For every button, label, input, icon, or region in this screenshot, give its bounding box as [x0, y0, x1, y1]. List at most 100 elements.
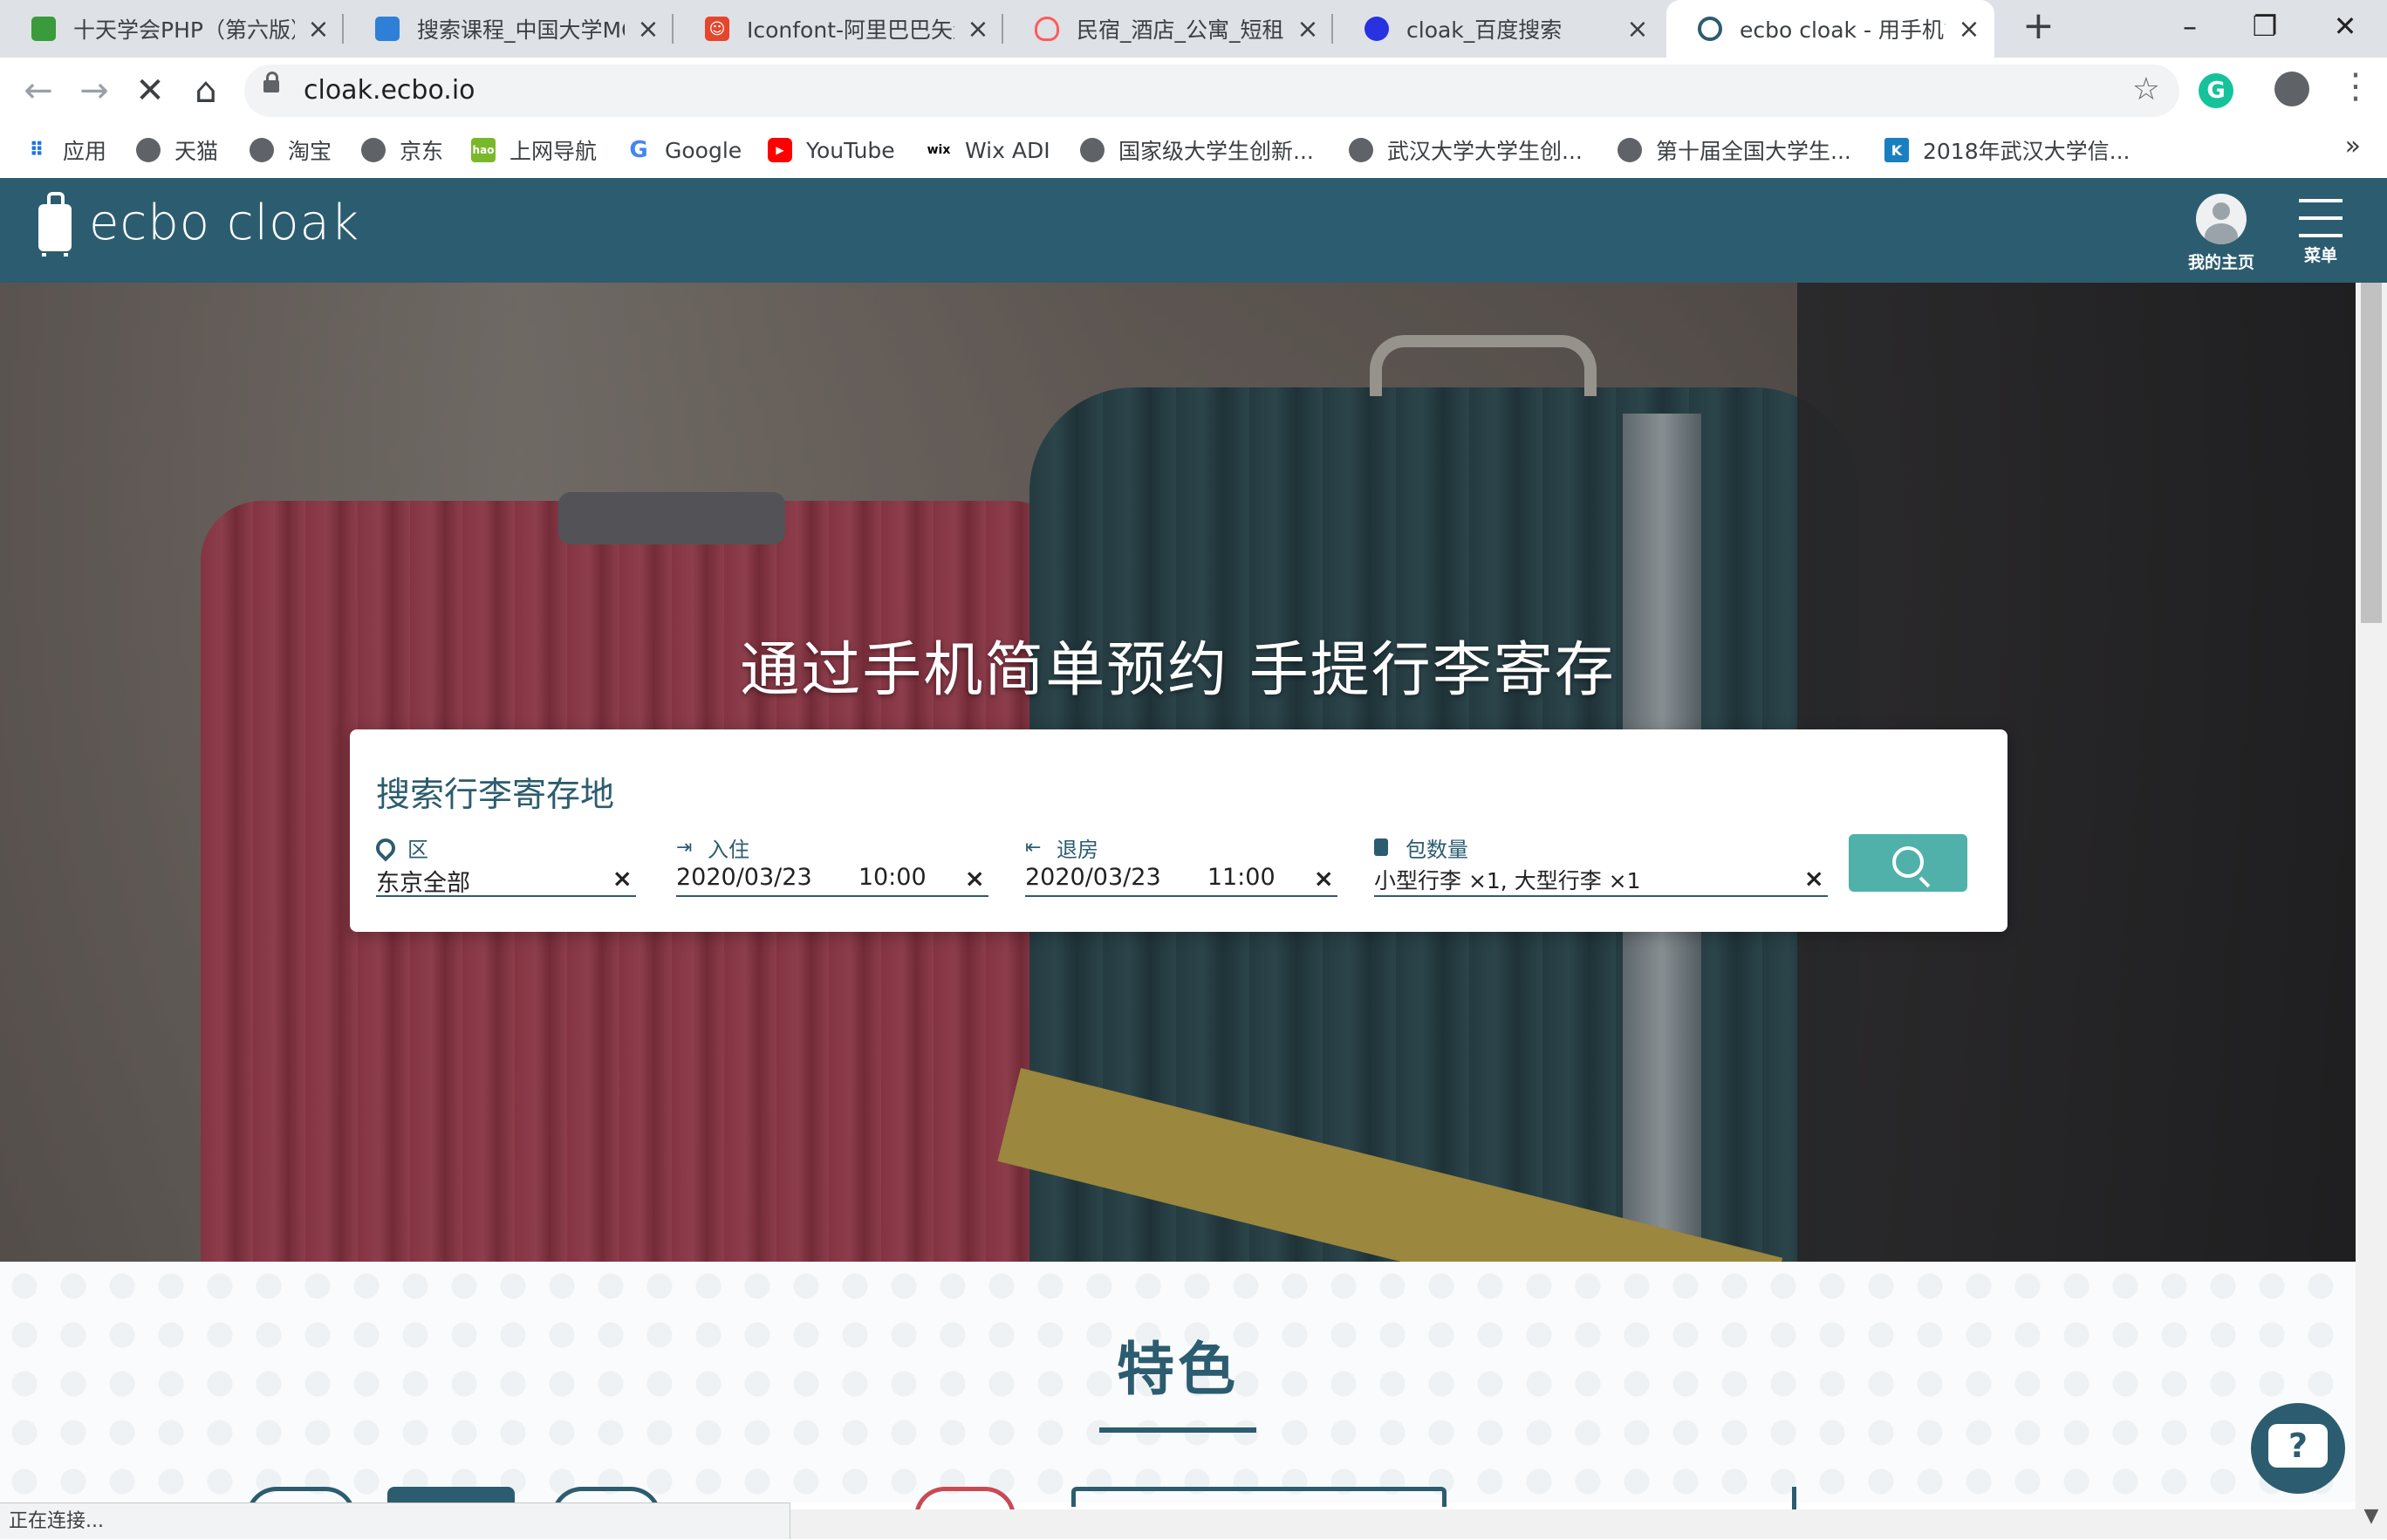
airbnb-icon	[1035, 17, 1059, 41]
close-window-icon[interactable]: ✕	[2310, 0, 2380, 52]
globe-icon	[136, 138, 161, 162]
tab-baidu[interactable]: cloak_百度搜索 ×	[1333, 0, 1663, 58]
lock-icon[interactable]	[263, 72, 279, 92]
globe-icon	[1349, 138, 1373, 162]
checkin-time[interactable]: 10:00	[858, 864, 927, 891]
search-button[interactable]	[1849, 834, 1967, 892]
status-bar: 正在连接...	[0, 1502, 790, 1539]
new-tab-button[interactable]: +	[2022, 3, 2055, 48]
features-section: 特色	[0, 1262, 2356, 1517]
scrollbar-thumb[interactable]	[2361, 283, 2382, 623]
bags-value[interactable]: 小型行李 ×1, 大型行李 ×1	[1374, 864, 1641, 895]
globe-icon	[250, 138, 274, 162]
browser-toolbar: ← → ✕ ⌂ cloak.ecbo.io ☆ G ⋮	[0, 58, 2387, 124]
hero-title: 通过手机简单预约 手提行李寄存	[740, 636, 1616, 705]
menu-button[interactable]: 菜单	[2277, 194, 2364, 266]
tab-iconfont[interactable]: ☺ Iconfont-阿里巴巴矢量 ×	[674, 0, 1003, 58]
help-chat-button[interactable]: ?	[2251, 1403, 2345, 1494]
checkout-icon: ⇤	[1025, 836, 1042, 859]
checkout-time[interactable]: 11:00	[1207, 864, 1276, 891]
mooc-flag-icon	[375, 17, 400, 41]
close-tab-icon[interactable]: ×	[965, 14, 991, 44]
tab-strip: 十天学会PHP（第六版） × 搜索课程_中国大学MOOC × ☺ Iconfon…	[0, 0, 2387, 58]
checkout-date[interactable]: 2020/03/23	[1025, 864, 1161, 891]
wix-icon: wix	[927, 143, 951, 157]
horizontal-scrollbar[interactable]	[790, 1509, 2356, 1539]
bookmark-guojiaji[interactable]: 国家级大学生创新...	[1080, 133, 1314, 168]
close-tab-icon[interactable]: ×	[305, 14, 332, 44]
baidu-paw-icon	[1364, 17, 1389, 41]
checkin-date[interactable]: 2020/03/23	[676, 864, 812, 891]
title-underline	[1099, 1427, 1256, 1433]
avatar	[2196, 194, 2247, 244]
globe-icon	[1080, 138, 1105, 162]
bags-field[interactable]: 包数量 小型行李 ×1, 大型行李 ×1 ×	[1374, 832, 1828, 897]
restore-icon[interactable]: ❐	[2230, 0, 2300, 52]
more-menu-icon[interactable]: ⋮	[2338, 66, 2373, 106]
search-heading: 搜索行李寄存地	[376, 776, 615, 815]
site-header: ecbo cloak 我的主页 菜单	[0, 178, 2387, 283]
url-text[interactable]: cloak.ecbo.io	[304, 75, 475, 106]
tab-ecbo-cloak[interactable]: ecbo cloak - 用手机简 ×	[1666, 0, 1994, 58]
bookmark-whu-2018[interactable]: K 2018年武汉大学信...	[1884, 133, 2130, 168]
bookmark-hao[interactable]: hao 上网导航	[471, 133, 597, 168]
bookmark-google[interactable]: G Google	[626, 133, 742, 168]
youtube-icon: ▶	[768, 138, 792, 162]
profile-icon[interactable]	[2274, 72, 2309, 106]
bookmark-whu-innovation[interactable]: 武汉大学大学生创...	[1349, 133, 1583, 168]
scroll-down-icon[interactable]: ▼	[2356, 1505, 2387, 1527]
apps-grid-icon: ⠿	[29, 139, 44, 161]
checkout-field[interactable]: ⇤ 退房 2020/03/23 11:00 ×	[1025, 832, 1337, 897]
clear-area-icon[interactable]: ×	[612, 864, 633, 893]
bookmarks-bar: ⠿ 应用 天猫 淘宝 京东 hao 上网导航 G Google ▶ YouTub…	[0, 124, 2387, 179]
globe-icon	[1618, 138, 1642, 162]
features-title: 特色	[1117, 1336, 1239, 1403]
bookmark-tmall[interactable]: 天猫	[136, 133, 218, 168]
close-tab-icon[interactable]: ×	[1956, 14, 1982, 44]
bookmark-apps[interactable]: ⠿ 应用	[24, 133, 106, 168]
iconfont-icon: ☺	[705, 17, 729, 41]
more-bookmarks-chevron-icon[interactable]: »	[2345, 131, 2361, 161]
search-icon	[1892, 846, 1924, 878]
my-page-button[interactable]: 我的主页	[2178, 194, 2265, 273]
suitcase-icon	[38, 192, 72, 257]
clear-bags-icon[interactable]: ×	[1804, 864, 1824, 893]
bookmark-youtube[interactable]: ▶ YouTube	[768, 133, 895, 168]
tab-php-book[interactable]: 十天学会PHP（第六版） ×	[0, 0, 344, 58]
google-icon: G	[629, 137, 648, 163]
ecbo-icon	[1698, 17, 1722, 41]
bookmark-star-icon[interactable]: ☆	[2132, 72, 2160, 107]
area-field[interactable]: 区 东京全部 ×	[372, 832, 636, 898]
search-card: 搜索行李寄存地 区 东京全部 × ⇥ 入住 2020/03/23 10:00 ×…	[350, 729, 2007, 932]
feature-icon	[1071, 1487, 1447, 1507]
checkin-icon: ⇥	[676, 836, 693, 859]
grammarly-icon[interactable]: G	[2199, 73, 2233, 108]
bookmark-wix[interactable]: wix Wix ADI	[927, 133, 1050, 168]
address-bar[interactable]: cloak.ecbo.io ☆	[244, 65, 2179, 117]
area-value[interactable]: 东京全部	[376, 864, 470, 898]
close-tab-icon[interactable]: ×	[1295, 14, 1321, 44]
clear-checkin-icon[interactable]: ×	[965, 864, 985, 893]
stop-icon[interactable]: ✕	[126, 66, 174, 115]
bag-icon	[1374, 838, 1393, 858]
bookmark-tenth-national[interactable]: 第十届全国大学生...	[1618, 133, 1851, 168]
green-book-icon	[31, 17, 56, 41]
tab-airbnb[interactable]: 民宿_酒店_公寓_短租住 ×	[1003, 0, 1333, 58]
vertical-scrollbar[interactable]: ▼	[2356, 283, 2387, 1539]
minimize-icon[interactable]: –	[2155, 0, 2225, 52]
hao-icon: hao	[471, 138, 496, 162]
clear-checkout-icon[interactable]: ×	[1314, 864, 1334, 893]
back-icon[interactable]: ←	[14, 66, 63, 115]
question-bubble-icon: ?	[2268, 1424, 2328, 1468]
tab-mooc[interactable]: 搜索课程_中国大学MOOC ×	[344, 0, 674, 58]
forward-icon[interactable]: →	[70, 66, 119, 115]
hamburger-icon	[2299, 199, 2343, 237]
bookmark-taobao[interactable]: 淘宝	[250, 133, 332, 168]
bookmark-jd[interactable]: 京东	[361, 133, 443, 168]
close-tab-icon[interactable]: ×	[635, 14, 661, 44]
close-tab-icon[interactable]: ×	[1624, 14, 1651, 44]
home-icon[interactable]: ⌂	[181, 66, 230, 115]
checkin-field[interactable]: ⇥ 入住 2020/03/23 10:00 ×	[676, 832, 988, 897]
location-pin-icon	[372, 833, 400, 862]
ecbo-cloak-logo[interactable]: ecbo cloak	[38, 192, 359, 257]
